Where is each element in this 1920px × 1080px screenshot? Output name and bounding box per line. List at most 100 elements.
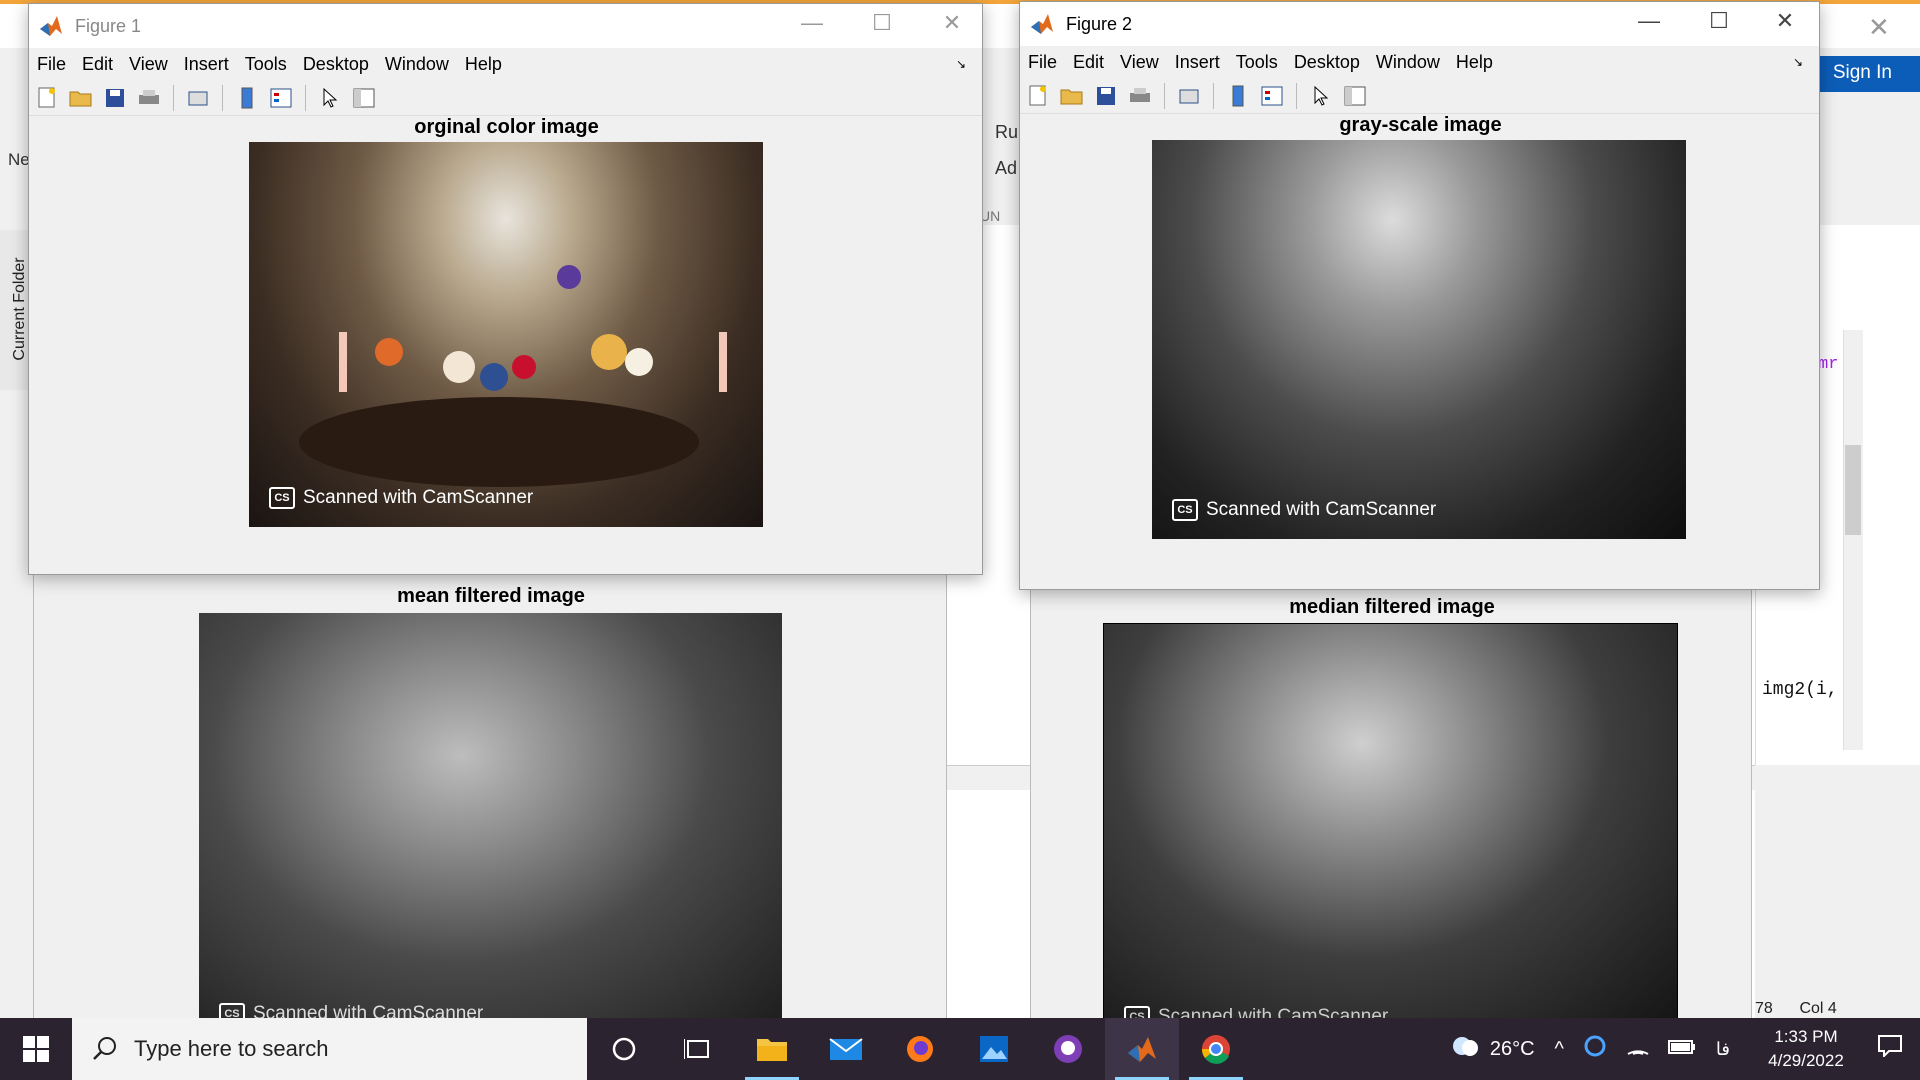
cortana-icon[interactable] (587, 1018, 661, 1080)
chevron-up-icon[interactable]: ^ (1555, 1038, 1564, 1061)
figure1-watermark: CS Scanned with CamScanner (269, 487, 533, 509)
open-file-icon[interactable] (1058, 82, 1086, 110)
current-folder-tab[interactable]: Current Folder (11, 234, 29, 384)
save-icon[interactable] (101, 84, 129, 112)
maximize-icon[interactable]: ☐ (862, 10, 902, 36)
menu-view[interactable]: View (1112, 52, 1167, 73)
taskbar-search-box[interactable]: Type here to search (72, 1018, 587, 1080)
photos-icon[interactable] (957, 1018, 1031, 1080)
menu-help[interactable]: Help (457, 54, 510, 75)
figure1-menubar: File Edit View Insert Tools Desktop Wind… (29, 48, 982, 80)
file-explorer-icon[interactable] (735, 1018, 809, 1080)
pointer-icon[interactable] (316, 84, 344, 112)
figure1-toolbar (29, 80, 982, 116)
clock-time: 1:33 PM (1774, 1027, 1838, 1046)
figure1-scene (299, 265, 727, 487)
search-placeholder: Type here to search (134, 1036, 329, 1061)
close-icon[interactable]: ✕ (1765, 8, 1805, 34)
figure2-window[interactable]: Figure 2 — ☐ ✕ File Edit View Insert Too… (1019, 1, 1820, 590)
link-plot-icon[interactable] (184, 84, 212, 112)
figure2-titlebar[interactable]: Figure 2 — ☐ ✕ (1020, 2, 1819, 46)
save-icon[interactable] (1092, 82, 1120, 110)
menu-desktop[interactable]: Desktop (295, 54, 377, 75)
menu-file[interactable]: File (1020, 52, 1065, 73)
notification-icon[interactable] (1878, 1035, 1902, 1063)
legend-icon[interactable] (1258, 82, 1286, 110)
toolbar-separator (1296, 82, 1297, 109)
firefox-icon[interactable] (883, 1018, 957, 1080)
open-file-icon[interactable] (67, 84, 95, 112)
start-button[interactable] (0, 1018, 72, 1080)
figure1-window[interactable]: Figure 1 — ☐ ✕ File Edit View Insert Too… (28, 3, 983, 575)
clock-date: 4/29/2022 (1768, 1051, 1844, 1070)
weather-temp[interactable]: 26°C (1490, 1038, 1535, 1061)
advance-button-label[interactable]: Ad (995, 158, 1017, 179)
figure1-image: CS Scanned with CamScanner (249, 142, 763, 527)
legend-icon[interactable] (267, 84, 295, 112)
menu-tools[interactable]: Tools (1228, 52, 1286, 73)
figure1-axes-title: orginal color image (414, 116, 599, 138)
github-desktop-icon[interactable] (1031, 1018, 1105, 1080)
matlab-taskbar-icon[interactable] (1105, 1018, 1179, 1080)
matlab-logo-icon (40, 16, 62, 36)
maximize-icon[interactable]: ☐ (1699, 8, 1739, 34)
matlab-logo-icon (1031, 14, 1053, 34)
pointer-icon[interactable] (1307, 82, 1335, 110)
mail-icon[interactable] (809, 1018, 883, 1080)
figure3-axes-title: mean filtered image (397, 585, 585, 607)
menu-help[interactable]: Help (1448, 52, 1501, 73)
wifi-icon[interactable] (1626, 1036, 1650, 1062)
link-plot-icon[interactable] (1175, 82, 1203, 110)
property-editor-icon[interactable] (350, 84, 378, 112)
menu-edit[interactable]: Edit (74, 54, 121, 75)
toolbar-separator (1213, 82, 1214, 109)
menu-edit[interactable]: Edit (1065, 52, 1112, 73)
sign-in-link[interactable]: Sign In (1833, 62, 1892, 84)
print-icon[interactable] (1126, 82, 1154, 110)
menu-view[interactable]: View (121, 54, 176, 75)
toolbar-separator (222, 84, 223, 111)
close-icon[interactable]: ✕ (932, 10, 972, 36)
tray-app-icon[interactable] (1584, 1035, 1606, 1063)
run-button-label[interactable]: Ru (995, 122, 1018, 143)
minimize-icon[interactable]: — (792, 10, 832, 36)
menu-insert[interactable]: Insert (176, 54, 237, 75)
minimize-icon[interactable]: — (1629, 8, 1669, 34)
search-icon (93, 1037, 116, 1060)
menu-insert[interactable]: Insert (1167, 52, 1228, 73)
figure2-title: Figure 2 (1066, 13, 1133, 34)
menu-tools[interactable]: Tools (237, 54, 295, 75)
figure1-title: Figure 1 (75, 15, 142, 36)
task-view-icon[interactable] (661, 1018, 735, 1080)
editor-scrollbar[interactable] (1843, 330, 1863, 750)
new-figure-icon[interactable] (33, 84, 61, 112)
figure1-titlebar[interactable]: Figure 1 — ☐ ✕ (29, 4, 982, 48)
windows-taskbar: Type here to search 26°C ^ فا 1:33 PM 4/… (0, 1018, 1920, 1080)
code-line: img2(i, (1762, 680, 1838, 700)
camscanner-logo-icon: CS (269, 487, 295, 509)
figure3-image: CS Scanned with CamScanner (199, 613, 782, 1021)
language-indicator[interactable]: فا (1716, 1039, 1730, 1060)
menu-desktop[interactable]: Desktop (1286, 52, 1368, 73)
colorbar-icon[interactable] (233, 84, 261, 112)
dock-arrow-icon[interactable]: ↘ (948, 57, 974, 71)
chrome-icon[interactable] (1179, 1018, 1253, 1080)
property-editor-icon[interactable] (1341, 82, 1369, 110)
print-icon[interactable] (135, 84, 163, 112)
toolbar-separator (173, 84, 174, 111)
menu-window[interactable]: Window (377, 54, 457, 75)
new-figure-icon[interactable] (1024, 82, 1052, 110)
colorbar-icon[interactable] (1224, 82, 1252, 110)
battery-icon[interactable] (1667, 1038, 1696, 1061)
menu-file[interactable]: File (29, 54, 74, 75)
new-button-label[interactable]: Ne (8, 150, 30, 170)
matlab-close-icon[interactable]: ✕ (1868, 12, 1890, 43)
dock-arrow-icon[interactable]: ↘ (1785, 55, 1811, 69)
clock[interactable]: 1:33 PM 4/29/2022 (1746, 1025, 1866, 1073)
toolbar-separator (1164, 82, 1165, 109)
menu-window[interactable]: Window (1368, 52, 1448, 73)
figure4-axes-title: median filtered image (1289, 596, 1495, 618)
weather-icon[interactable] (1450, 1034, 1482, 1064)
scrollbar-thumb[interactable] (1845, 445, 1861, 535)
windows-logo-icon (23, 1036, 49, 1062)
